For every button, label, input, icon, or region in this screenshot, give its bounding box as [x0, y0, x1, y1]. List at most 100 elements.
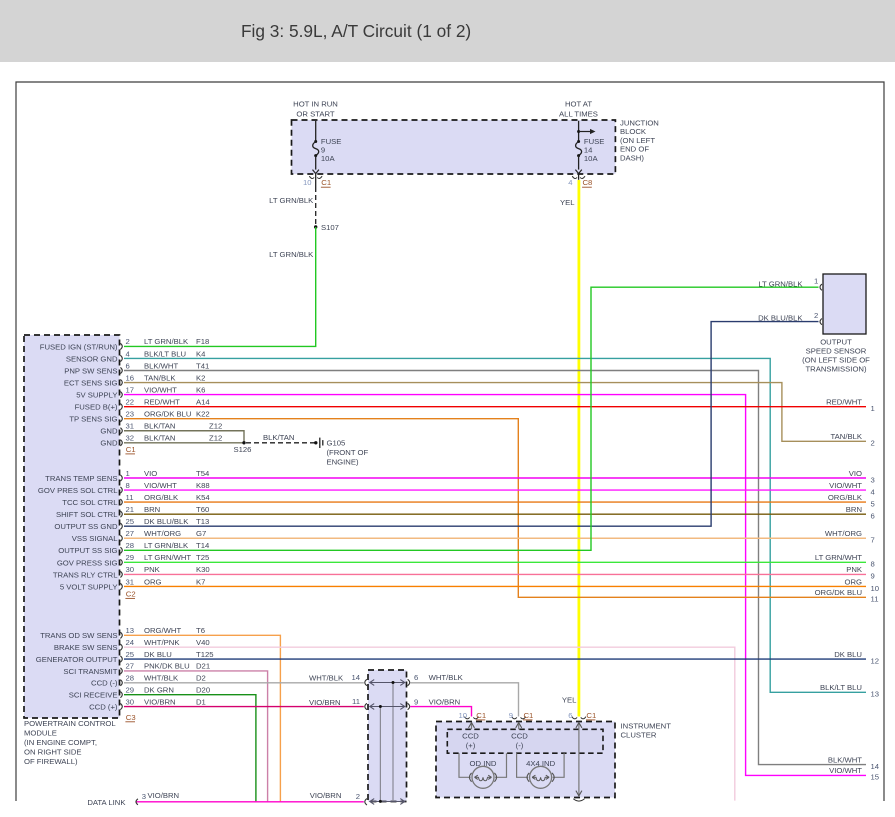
svg-text:VSS SIGNAL: VSS SIGNAL: [72, 534, 118, 543]
svg-text:MODULE: MODULE: [24, 728, 57, 737]
svg-text:T13: T13: [196, 517, 209, 526]
svg-text:6: 6: [871, 511, 875, 520]
svg-text:PNK: PNK: [846, 565, 863, 574]
svg-text:1: 1: [126, 469, 130, 478]
svg-text:CCD (-): CCD (-): [91, 679, 118, 688]
svg-text:VIO/WHT: VIO/WHT: [144, 385, 177, 394]
svg-text:6: 6: [414, 673, 418, 682]
svg-text:BLK/WHT: BLK/WHT: [828, 755, 862, 764]
svg-text:ORG/DK BLU: ORG/DK BLU: [144, 410, 191, 419]
svg-text:SCI TRANSMIT: SCI TRANSMIT: [63, 667, 117, 676]
svg-text:OUTPUT SS SIG: OUTPUT SS SIG: [58, 546, 117, 555]
svg-text:4: 4: [871, 487, 876, 496]
svg-text:HOT AT: HOT AT: [565, 99, 592, 108]
svg-text:TRANS OD SW SENS: TRANS OD SW SENS: [40, 631, 117, 640]
svg-text:5: 5: [871, 499, 875, 508]
svg-text:WHT/BLK: WHT/BLK: [429, 673, 464, 682]
svg-text:T6: T6: [196, 626, 205, 635]
svg-text:LT GRN/BLK: LT GRN/BLK: [144, 337, 189, 346]
svg-text:(FRONT OF: (FRONT OF: [327, 448, 369, 457]
svg-text:G105: G105: [327, 438, 346, 447]
svg-text:DATA LINK: DATA LINK: [87, 798, 126, 807]
svg-text:T54: T54: [196, 469, 210, 478]
svg-text:ECT SENS SIG: ECT SENS SIG: [64, 378, 118, 387]
svg-text:D2: D2: [196, 674, 206, 683]
svg-text:16: 16: [126, 373, 135, 382]
svg-text:C8: C8: [583, 178, 593, 187]
svg-text:9: 9: [414, 697, 418, 706]
svg-text:30: 30: [126, 697, 135, 706]
svg-text:OUTPUT: OUTPUT: [820, 337, 852, 346]
svg-text:A14: A14: [196, 397, 210, 406]
svg-text:11: 11: [126, 493, 134, 502]
svg-text:VIO/WHT: VIO/WHT: [829, 481, 862, 490]
svg-text:15: 15: [871, 773, 880, 782]
svg-text:LT GRN/WHT: LT GRN/WHT: [815, 553, 862, 562]
svg-text:BLK/WHT: BLK/WHT: [144, 361, 178, 370]
svg-text:VIO: VIO: [849, 469, 862, 478]
svg-text:VIO/WHT: VIO/WHT: [829, 766, 862, 775]
svg-text:ORG/WHT: ORG/WHT: [144, 626, 181, 635]
svg-text:TCC SOL CTRL: TCC SOL CTRL: [62, 498, 118, 507]
svg-text:3: 3: [142, 792, 146, 801]
svg-text:GOV PRESS SIG: GOV PRESS SIG: [57, 558, 118, 567]
svg-text:TRANSMISSION): TRANSMISSION): [805, 365, 867, 374]
svg-text:3: 3: [871, 475, 875, 484]
svg-text:ENGINE): ENGINE): [327, 457, 359, 466]
svg-text:K30: K30: [196, 565, 210, 574]
svg-text:30: 30: [126, 565, 135, 574]
svg-text:OUTPUT SS GND: OUTPUT SS GND: [54, 522, 118, 531]
svg-text:SENSOR GND: SENSOR GND: [66, 354, 118, 363]
svg-text:K88: K88: [196, 481, 210, 490]
svg-text:OD IND: OD IND: [470, 759, 497, 768]
svg-text:6: 6: [568, 711, 572, 720]
svg-text:8: 8: [871, 560, 875, 569]
svg-text:RED/WHT: RED/WHT: [826, 397, 862, 406]
svg-text:K6: K6: [196, 385, 205, 394]
svg-text:13: 13: [871, 690, 880, 699]
svg-text:10: 10: [458, 711, 467, 720]
svg-text:VIO/BRN: VIO/BRN: [144, 697, 176, 706]
svg-text:D1: D1: [196, 697, 206, 706]
svg-text:BLK/TAN: BLK/TAN: [144, 422, 175, 431]
svg-text:OF FIREWALL): OF FIREWALL): [24, 757, 78, 766]
svg-text:27: 27: [126, 662, 135, 671]
svg-text:T41: T41: [196, 361, 209, 370]
svg-text:SCI RECEIVE: SCI RECEIVE: [69, 691, 118, 700]
svg-text:BLOCK: BLOCK: [620, 127, 647, 136]
svg-text:PNP SW SENS: PNP SW SENS: [64, 366, 117, 375]
svg-text:10A: 10A: [321, 154, 336, 163]
svg-text:PNK/DK BLU: PNK/DK BLU: [144, 662, 190, 671]
svg-text:BRAKE SW SENS: BRAKE SW SENS: [54, 643, 118, 652]
svg-text:BLK/LT BLU: BLK/LT BLU: [820, 683, 862, 692]
svg-text:4X4 IND: 4X4 IND: [526, 759, 556, 768]
svg-text:21: 21: [126, 505, 135, 514]
svg-text:14: 14: [351, 673, 360, 682]
svg-text:24: 24: [126, 638, 135, 647]
svg-text:WHT/ORG: WHT/ORG: [825, 529, 862, 538]
svg-text:1: 1: [871, 404, 875, 413]
svg-text:5V SUPPLY: 5V SUPPLY: [76, 391, 117, 400]
svg-text:K22: K22: [196, 410, 210, 419]
svg-text:17: 17: [126, 385, 135, 394]
svg-text:C1: C1: [126, 445, 136, 454]
svg-text:C3: C3: [126, 713, 136, 722]
svg-text:23: 23: [126, 410, 135, 419]
svg-text:F18: F18: [196, 337, 209, 346]
svg-text:C1: C1: [321, 178, 331, 187]
svg-text:LT GRN/BLK: LT GRN/BLK: [758, 279, 803, 288]
svg-text:31: 31: [126, 422, 135, 431]
svg-text:C1: C1: [586, 711, 596, 720]
svg-text:LT GRN/WHT: LT GRN/WHT: [144, 553, 191, 562]
svg-text:(+): (+): [466, 741, 476, 750]
svg-text:28: 28: [126, 541, 135, 550]
svg-text:2: 2: [126, 337, 130, 346]
svg-text:S107: S107: [321, 223, 339, 232]
svg-text:Fig 3: 5.9L, A/T Circuit (1 of: Fig 3: 5.9L, A/T Circuit (1 of 2): [241, 21, 471, 41]
svg-text:T60: T60: [196, 505, 209, 514]
svg-text:12: 12: [871, 656, 880, 665]
svg-text:VIO/BRN: VIO/BRN: [429, 697, 461, 706]
svg-text:BRN: BRN: [144, 505, 160, 514]
svg-text:DK BLU/BLK: DK BLU/BLK: [758, 314, 803, 323]
svg-text:(-): (-): [516, 741, 524, 750]
